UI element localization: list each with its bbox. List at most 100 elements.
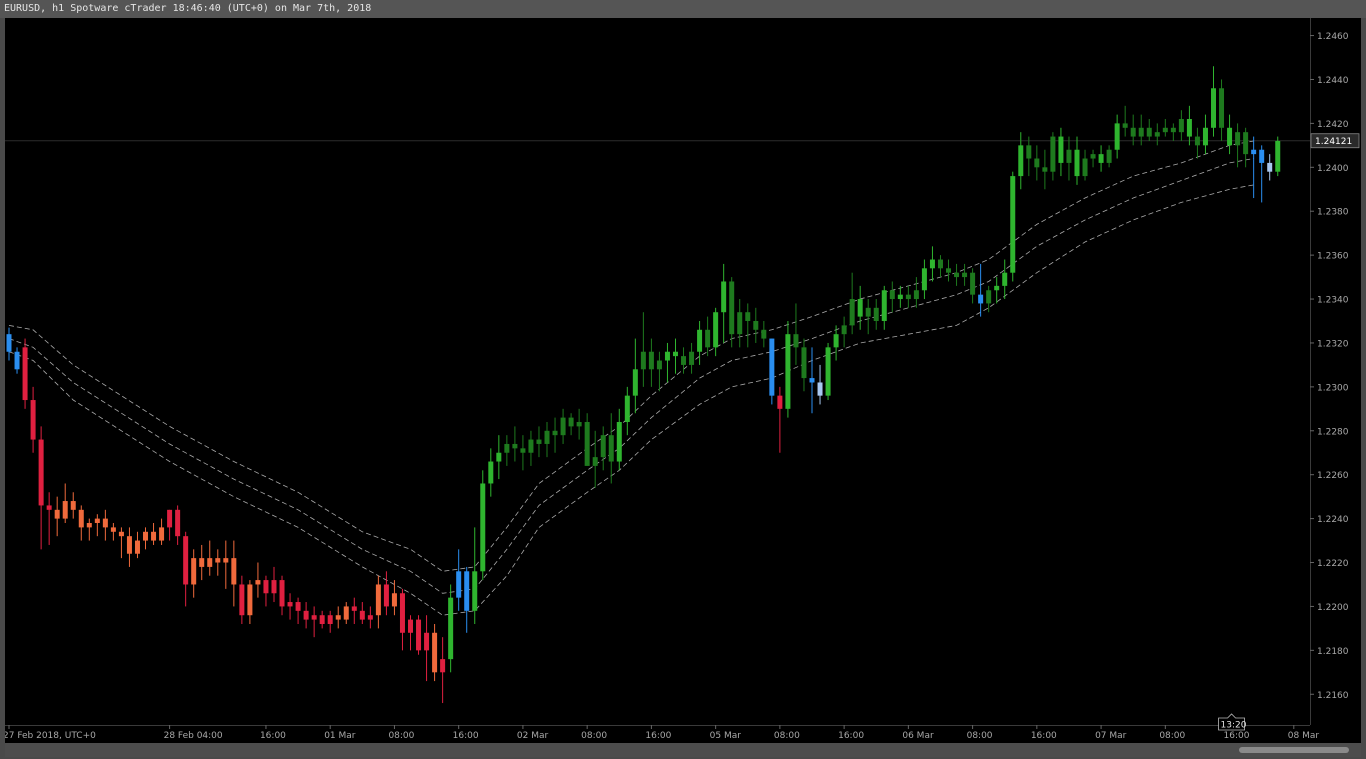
candle-body (865, 307, 871, 317)
x-axis-tick-label: 08:00 (774, 731, 800, 741)
candle-body (94, 518, 100, 523)
candle-body (841, 325, 847, 335)
candle-body (568, 417, 574, 427)
candle-body (616, 422, 622, 462)
candle-body (608, 435, 614, 462)
candle-body (30, 400, 36, 440)
candle-body (785, 334, 791, 409)
candle (448, 584, 454, 673)
candle-body (1162, 127, 1168, 133)
candle-body (367, 615, 373, 620)
candle-body (14, 351, 20, 370)
candle-body (1154, 132, 1160, 137)
candle-body (713, 312, 719, 348)
horizontal-scrollbar[interactable] (5, 743, 1361, 757)
candle-body (175, 509, 181, 537)
y-axis-tick-label: 1.2220 (1317, 559, 1349, 569)
candle-body (937, 259, 943, 269)
candle-body (552, 430, 558, 436)
y-axis-tick-label: 1.2200 (1317, 603, 1349, 613)
candle-body (769, 338, 775, 396)
candle-body (488, 461, 494, 484)
candle-body (383, 584, 389, 607)
chart-area[interactable]: 1.2460 1.2440 1.2420 1.2400 1.2380 1.2360 1.23… (5, 18, 1361, 743)
candle-body (1275, 140, 1281, 172)
candle-body (1122, 123, 1128, 128)
candle-body (986, 290, 992, 304)
candle-body (929, 259, 935, 269)
candle-body (143, 531, 149, 541)
candle-body (592, 457, 598, 466)
y-axis-tick-label: 1.2440 (1317, 76, 1349, 86)
candle-body (159, 527, 165, 541)
candle (22, 338, 28, 409)
y-axis-tick-label: 1.2180 (1317, 647, 1349, 657)
candle-body (110, 527, 116, 532)
candle (1010, 171, 1016, 282)
candle-body (279, 580, 285, 607)
candle-body (440, 659, 446, 673)
candle-body (1034, 158, 1040, 168)
candle-body (873, 307, 879, 321)
candle-body (1267, 162, 1273, 172)
candle-body (954, 272, 960, 278)
candle-body (70, 501, 76, 510)
candle-body (793, 334, 799, 348)
candle-body (167, 509, 173, 528)
y-axis-tick-label: 1.2280 (1317, 427, 1349, 437)
candle-body (359, 610, 365, 620)
candle-body (504, 443, 510, 453)
candle-body (721, 281, 727, 313)
x-axis-tick-label: 16:00 (1224, 731, 1250, 741)
x-axis-tick-label: 08:00 (581, 731, 607, 741)
candle-body (456, 571, 462, 598)
candle-body (681, 356, 687, 365)
candle-body (825, 347, 831, 396)
candle (416, 615, 422, 655)
candle-body (857, 299, 863, 317)
candle-body (464, 571, 470, 611)
candle-body (817, 382, 823, 396)
candle-body (335, 615, 341, 620)
candle-body (705, 329, 711, 348)
candle-body (849, 299, 855, 326)
candle-body (263, 580, 269, 594)
candle-body (295, 602, 301, 611)
candle-body (1002, 272, 1008, 286)
candle-body (624, 395, 630, 422)
candle-body (889, 290, 895, 300)
candle-body (1098, 154, 1104, 163)
candle (1275, 136, 1281, 177)
y-axis-tick-label: 1.2360 (1317, 252, 1349, 262)
x-axis-tick-label: 08:00 (388, 731, 414, 741)
candle-body (697, 329, 703, 352)
candle (825, 342, 831, 401)
x-axis-tick-label: 16:00 (260, 731, 286, 741)
candle-body (994, 285, 1000, 291)
scrollbar-thumb[interactable] (1239, 747, 1349, 753)
candle-body (247, 584, 253, 616)
candle-body (1227, 127, 1233, 146)
candle-body (833, 334, 839, 348)
candle-body (424, 632, 430, 651)
candle-body (271, 580, 277, 594)
candle-body (528, 439, 534, 453)
time-marker-label: 13:20 (1221, 721, 1247, 731)
candle-body (54, 509, 60, 519)
candle-body (1186, 119, 1192, 137)
candle-body (664, 351, 670, 361)
candlestick-chart[interactable]: 1.2460 1.2440 1.2420 1.2400 1.2380 1.2360 1.23… (5, 18, 1361, 743)
candle-body (399, 593, 405, 633)
candle-body (1219, 88, 1225, 128)
x-axis-tick-label: 07 Mar (1095, 731, 1127, 741)
candle-body (905, 294, 911, 300)
candle-body (753, 321, 759, 330)
candle-body (78, 509, 84, 528)
x-axis-tick-label: 08:00 (1159, 731, 1185, 741)
candle-body (22, 347, 28, 401)
candle-body (1050, 136, 1056, 172)
candle-body (1106, 149, 1112, 163)
candle-body (62, 501, 68, 519)
candle-body (672, 351, 678, 357)
candle-body (1066, 149, 1072, 163)
